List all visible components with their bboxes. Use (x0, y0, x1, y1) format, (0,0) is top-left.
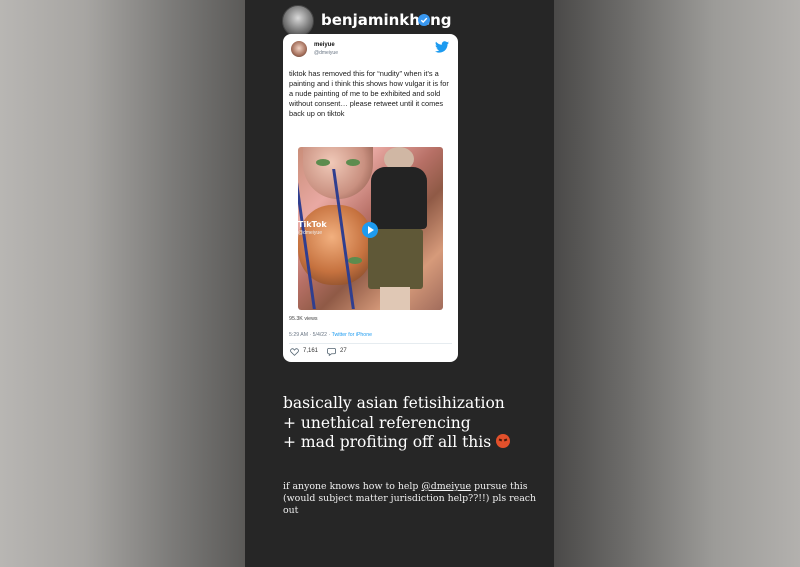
painting-eye (316, 159, 330, 166)
heart-icon[interactable] (290, 348, 299, 356)
person-legs (380, 287, 410, 310)
play-button-icon[interactable] (362, 222, 378, 238)
tweet-author-handle: @dmeiyue (314, 50, 338, 56)
tweet-author-name: meiyue (314, 42, 335, 48)
tweet-text: tiktok has removed this for “nudity” whe… (289, 69, 449, 118)
blurred-background-left (0, 0, 245, 567)
painting-eye (348, 257, 362, 264)
caption-line-2: + unethical referencing (283, 413, 471, 432)
tweet-meta: 5:29 AM · 5/4/22 · Twitter for iPhone (289, 332, 372, 338)
mention-link[interactable]: @dmeiyue (421, 481, 471, 492)
tweet-views: 95.3K views (289, 316, 318, 322)
person-skirt (368, 229, 423, 289)
tweet-video-media[interactable]: TikTok @dmeiyue (298, 147, 443, 310)
caption-line-1: basically asian fetisihization (283, 394, 505, 412)
help-request-text: if anyone knows how to help @dmeiyue pur… (283, 481, 549, 517)
tweet-source[interactable]: Twitter for iPhone (332, 332, 372, 338)
verified-badge-icon (418, 14, 430, 26)
avatar[interactable] (282, 5, 314, 37)
tweet-author-avatar (291, 41, 307, 57)
tweet-timestamp: 5:29 AM · 5/4/22 · (289, 332, 332, 338)
caption-line-3: + mad profiting off all this (283, 433, 492, 451)
help-prefix: if anyone knows how to help (283, 481, 422, 492)
tiktok-watermark-handle: @dmeiyue (298, 230, 322, 236)
painting-eye (346, 159, 360, 166)
angry-face-emoji-icon (496, 434, 511, 448)
person-sweatshirt (371, 167, 427, 229)
tiktok-watermark: TikTok (298, 220, 327, 229)
caption-line-3-wrap: + mad profiting off all this (283, 433, 543, 453)
reply-icon[interactable] (327, 347, 336, 356)
tweet-divider (289, 343, 452, 344)
blurred-background-right (554, 0, 800, 567)
reply-count: 27 (340, 348, 347, 354)
tweet-screenshot-card[interactable]: meiyue @dmeiyue tiktok has removed this … (283, 34, 458, 362)
twitter-bird-icon (435, 41, 449, 53)
like-count: 7,161 (303, 348, 319, 354)
story-username[interactable]: benjaminkheng (321, 11, 452, 29)
story-caption: basically asian fetisihization + unethic… (283, 394, 543, 453)
